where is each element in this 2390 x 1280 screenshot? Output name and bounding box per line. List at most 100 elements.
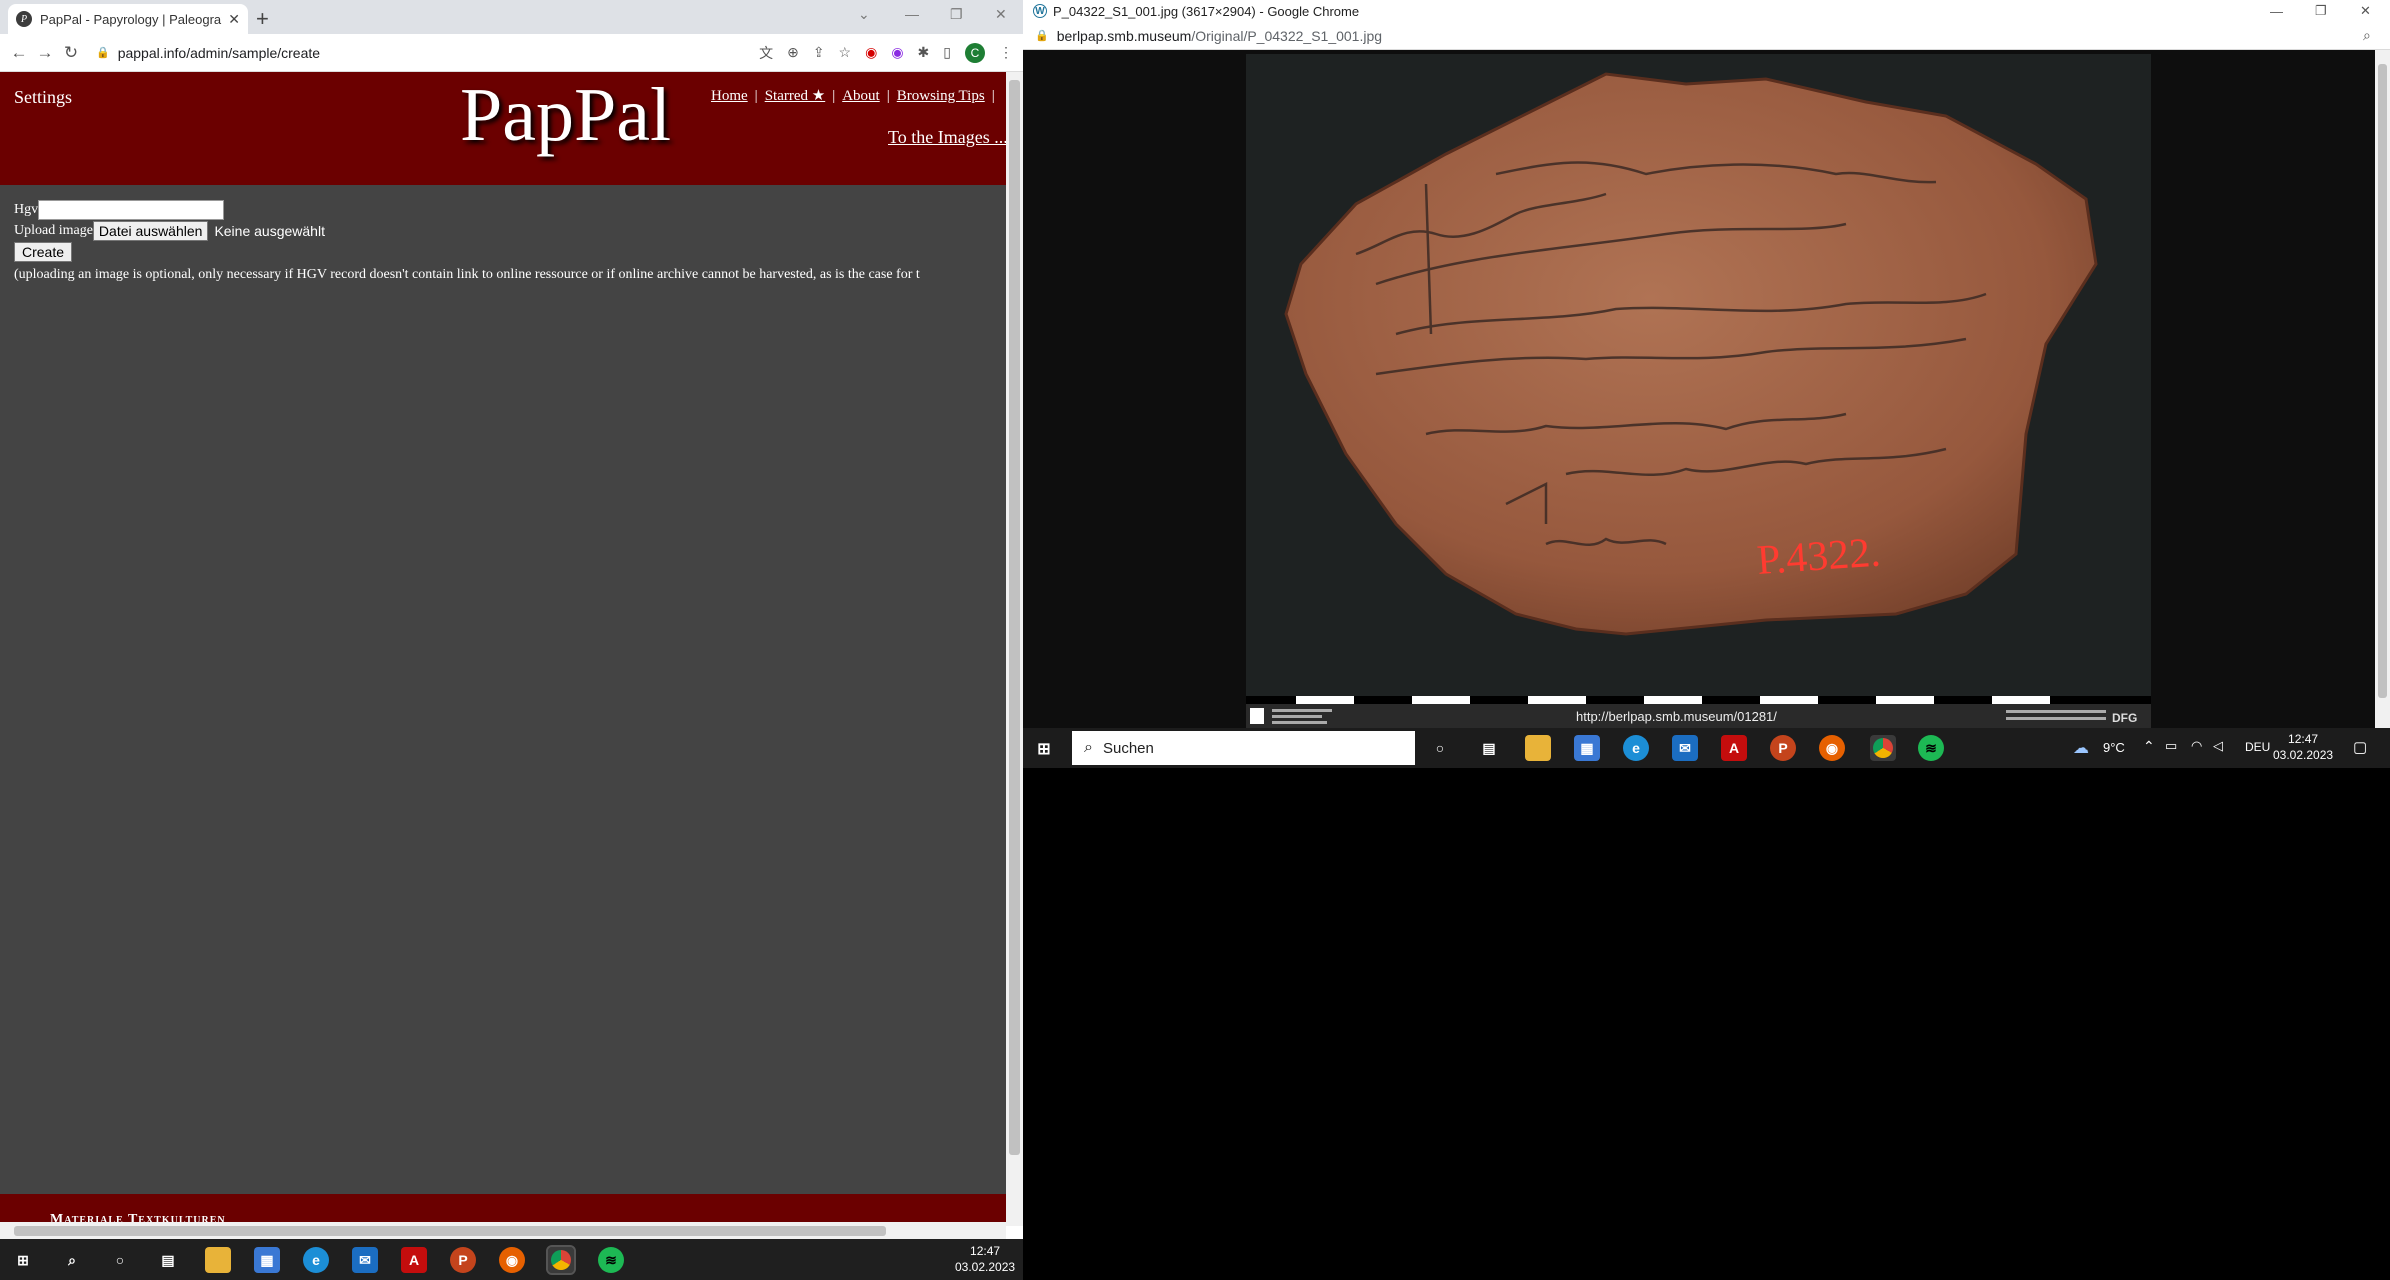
main-nav: Home | Starred ★ | About | Browsing Tips |	[711, 88, 995, 104]
right-restore-icon[interactable]: ❐	[2315, 3, 2327, 19]
right-browser-window: W P_04322_S1_001.jpg (3617×2904) - Googl…	[1023, 0, 2390, 768]
nav-home[interactable]: Home	[711, 88, 748, 104]
translate-icon[interactable]: 文	[759, 43, 773, 63]
bookmark-star-icon[interactable]: ☆	[839, 44, 852, 61]
right-scroll-thumb[interactable]	[2378, 64, 2387, 698]
right-file-explorer-icon[interactable]	[1525, 735, 1551, 761]
choose-file-button[interactable]: Datei auswählen	[92, 220, 209, 241]
pappal-favicon-icon: P	[16, 11, 32, 27]
left-clock[interactable]: 12:47 03.02.2023	[955, 1243, 1015, 1275]
right-clock[interactable]: 12:47 03.02.2023	[2273, 731, 2333, 763]
address-bar[interactable]: 🔒 pappal.info/admin/sample/create	[92, 38, 759, 68]
right-taskbar: ⊞ ⌕ Suchen ○ ▤ ▦ e ✉ A P ◉ ≋ ☁ 9°C ⌃ ▭ ◠…	[1023, 728, 2390, 768]
left-browser-window: P PapPal - Papyrology | Paleograph ✕ + ⌄…	[0, 0, 1023, 1256]
right-spotify-icon[interactable]: ≋	[1918, 735, 1944, 761]
nav-about[interactable]: About	[842, 88, 880, 104]
tab-search-icon[interactable]: ⌄	[858, 6, 870, 23]
close-window-icon[interactable]: ✕	[995, 6, 1007, 23]
reload-icon[interactable]: ↻	[58, 43, 84, 63]
zoom-icon[interactable]: ⊕	[787, 44, 799, 61]
right-chrome-icon[interactable]	[1870, 735, 1896, 761]
windows-start-icon[interactable]: ⊞	[10, 1247, 36, 1273]
right-window-title: P_04322_S1_001.jpg (3617×2904) - Google …	[1053, 3, 1360, 19]
address-url: pappal.info/admin/sample/create	[117, 44, 321, 61]
right-edge-icon[interactable]: e	[1623, 735, 1649, 761]
language-indicator[interactable]: DEU	[2245, 740, 2270, 754]
right-store-icon[interactable]: ▦	[1574, 735, 1600, 761]
taskbar-search-box[interactable]: ⌕ Suchen	[1072, 731, 1415, 765]
wifi-icon[interactable]: ◠	[2191, 738, 2202, 754]
browser-toolbar: ← → ↻ 🔒 pappal.info/admin/sample/create …	[0, 34, 1023, 72]
hgv-input[interactable]	[38, 199, 225, 220]
chrome-icon[interactable]	[546, 1245, 576, 1275]
search-icon[interactable]: ⌕	[59, 1247, 85, 1273]
right-firefox-icon[interactable]: ◉	[1819, 735, 1845, 761]
create-sample-form: Hgv Upload image Datei auswählen Keine a…	[14, 199, 920, 283]
battery-icon[interactable]: ▭	[2165, 738, 2177, 754]
create-button[interactable]: Create	[14, 242, 73, 262]
lock-icon: 🔒	[96, 47, 110, 59]
weather-temp[interactable]: 9°C	[2103, 740, 2125, 755]
right-clock-time: 12:47	[2288, 732, 2319, 746]
right-cortana-icon[interactable]: ○	[1427, 735, 1453, 761]
settings-link[interactable]: Settings	[14, 87, 72, 108]
close-tab-icon[interactable]: ✕	[228, 11, 240, 28]
cortana-icon[interactable]: ○	[107, 1247, 133, 1273]
right-task-view-icon[interactable]: ▤	[1476, 735, 1502, 761]
caption-url: http://berlpap.smb.museum/01281/	[1576, 709, 1777, 724]
nav-browsing-tips[interactable]: Browsing Tips	[897, 88, 985, 104]
tab-pappal[interactable]: P PapPal - Papyrology | Paleograph ✕	[8, 4, 248, 34]
vertical-scroll-thumb[interactable]	[1009, 80, 1020, 1155]
nav-starred[interactable]: Starred ★	[765, 88, 826, 104]
mail-icon[interactable]: ✉	[352, 1247, 378, 1273]
extensions-puzzle-icon[interactable]: ✱	[918, 44, 930, 61]
notification-icon[interactable]: ▢	[2353, 738, 2367, 756]
store-icon[interactable]: ▦	[254, 1247, 280, 1273]
powerpoint-icon[interactable]: P	[450, 1247, 476, 1273]
weather-cloud-icon[interactable]: ☁	[2073, 738, 2089, 758]
extension-purple-icon[interactable]: ◉	[891, 44, 903, 61]
upload-image-label: Upload image	[14, 222, 93, 238]
side-panel-icon[interactable]: ▯	[943, 44, 951, 61]
wordpress-favicon-icon: W	[1033, 4, 1047, 18]
tab-strip: P PapPal - Papyrology | Paleograph ✕ + ⌄…	[0, 0, 1023, 34]
right-acrobat-icon[interactable]: A	[1721, 735, 1747, 761]
forward-icon[interactable]: →	[32, 43, 58, 63]
back-icon[interactable]: ←	[6, 43, 32, 63]
right-zoom-icon[interactable]: ⌕	[2363, 27, 2371, 44]
right-lock-icon: 🔒	[1035, 30, 1049, 42]
extension-red-icon[interactable]: ◉	[865, 44, 877, 61]
ostracon-image: P.4322. DFG http://berlpap.smb.museum/01…	[1246, 54, 2151, 728]
edge-icon[interactable]: e	[303, 1247, 329, 1273]
horizontal-scroll-thumb[interactable]	[14, 1226, 886, 1236]
speaker-icon[interactable]: ◁	[2213, 738, 2223, 754]
to-the-images-link[interactable]: To the Images ...	[888, 127, 1006, 148]
task-view-icon[interactable]: ▤	[155, 1247, 181, 1273]
new-tab-button[interactable]: +	[256, 6, 269, 32]
acrobat-icon[interactable]: A	[401, 1247, 427, 1273]
right-windows-start-icon[interactable]: ⊞	[1031, 736, 1057, 762]
firefox-icon[interactable]: ◉	[499, 1247, 525, 1273]
right-minimize-icon[interactable]: —	[2270, 4, 2283, 19]
minimize-icon[interactable]: —	[905, 6, 919, 22]
profile-avatar[interactable]: C	[965, 42, 985, 63]
menu-kebab-icon[interactable]: ⋮	[999, 44, 1013, 61]
left-clock-date: 03.02.2023	[955, 1260, 1016, 1274]
site-logo[interactable]: PapPal	[460, 72, 671, 159]
share-icon[interactable]: ⇪	[813, 44, 825, 61]
spotify-icon[interactable]: ≋	[598, 1247, 624, 1273]
right-clock-date: 03.02.2023	[2273, 748, 2334, 762]
upload-note: (uploading an image is optional, only ne…	[14, 267, 920, 282]
right-close-icon[interactable]: ✕	[2360, 3, 2371, 19]
right-address-bar[interactable]: 🔒 berlpap.smb.museum/Original/P_04322_S1…	[1023, 22, 2390, 50]
taskbar-search-icon: ⌕	[1084, 739, 1093, 756]
left-clock-time: 12:47	[970, 1244, 1001, 1258]
tray-chevron-icon[interactable]: ⌃	[2143, 738, 2155, 755]
hgv-label: Hgv	[14, 201, 39, 217]
page-content: Settings PapPal Home | Starred ★ | About | Bro…	[0, 72, 1006, 1226]
right-powerpoint-icon[interactable]: P	[1770, 735, 1796, 761]
restore-icon[interactable]: ❐	[950, 6, 963, 23]
ostracon-photo[interactable]: P.4322. DFG http://berlpap.smb.museum/01…	[1246, 54, 2151, 728]
file-explorer-icon[interactable]	[205, 1247, 231, 1273]
right-mail-icon[interactable]: ✉	[1672, 735, 1698, 761]
